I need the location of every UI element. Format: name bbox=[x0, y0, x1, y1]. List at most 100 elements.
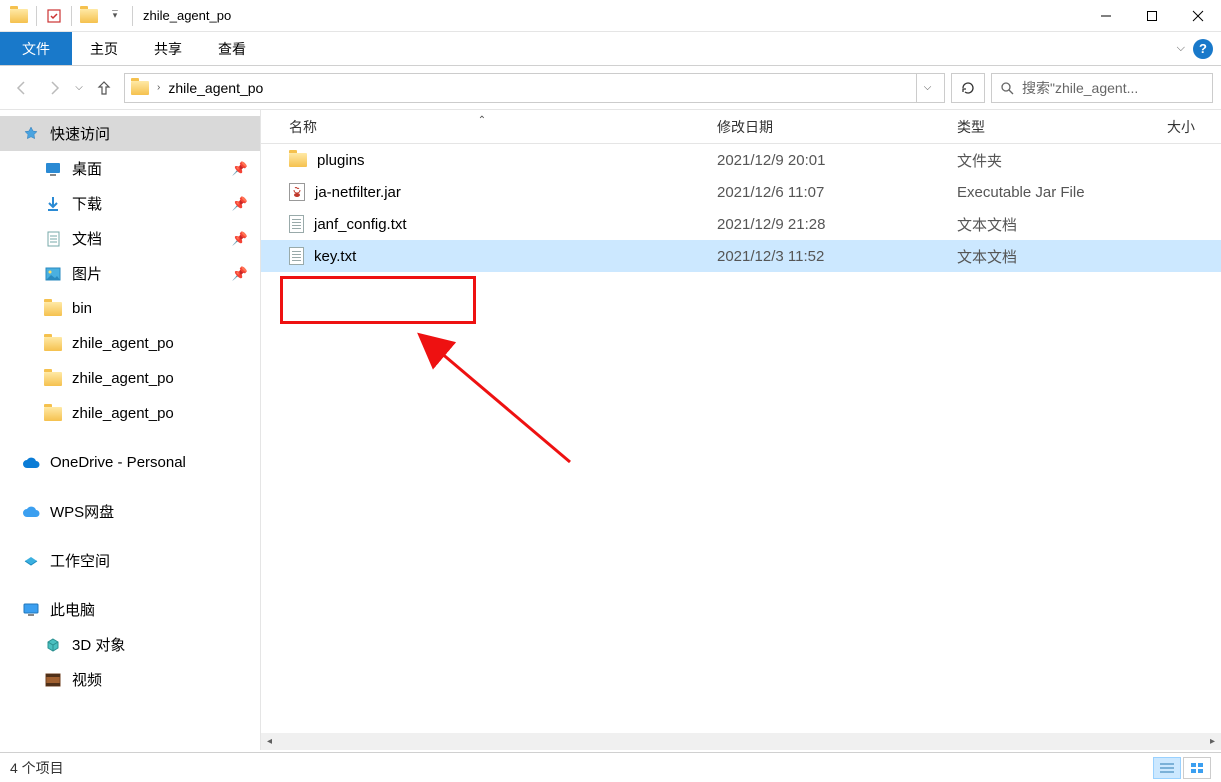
file-rows: plugins2021/12/9 20:01文件夹ja-netfilter.ja… bbox=[261, 144, 1221, 272]
sidebar-item-label: 桌面 bbox=[72, 158, 102, 179]
sidebar-item-label: 此电脑 bbox=[50, 599, 95, 620]
folder-icon bbox=[289, 153, 307, 167]
quick-access-toolbar: ▾─ zhile_agent_po bbox=[0, 6, 231, 26]
up-button[interactable] bbox=[90, 74, 118, 102]
sidebar-item-label: 下载 bbox=[72, 193, 102, 214]
text-file-icon bbox=[289, 247, 304, 265]
maximize-button[interactable] bbox=[1129, 0, 1175, 32]
horizontal-scrollbar[interactable]: ◂ ▸ bbox=[261, 733, 1221, 750]
address-bar[interactable]: › zhile_agent_po ⌵ bbox=[124, 73, 945, 103]
ribbon-tabs: 文件 主页 共享 查看 ⌵ ? bbox=[0, 32, 1221, 66]
tab-view[interactable]: 查看 bbox=[200, 32, 264, 65]
file-name: key.txt bbox=[314, 248, 356, 265]
tab-home[interactable]: 主页 bbox=[72, 32, 136, 65]
separator bbox=[132, 6, 133, 26]
view-details-button[interactable] bbox=[1153, 757, 1181, 779]
text-file-icon bbox=[289, 215, 304, 233]
sidebar-this-pc[interactable]: 此电脑 bbox=[0, 592, 260, 627]
folder-icon bbox=[10, 7, 28, 25]
sidebar-item-label: WPS网盘 bbox=[50, 501, 114, 522]
sidebar-workspace[interactable]: 工作空间 bbox=[0, 543, 260, 578]
jar-icon bbox=[289, 183, 305, 201]
sidebar-onedrive[interactable]: OneDrive - Personal bbox=[0, 445, 260, 480]
video-icon bbox=[44, 671, 62, 689]
sidebar-quick-access[interactable]: 快速访问 bbox=[0, 116, 260, 151]
pc-icon bbox=[22, 601, 40, 619]
refresh-button[interactable] bbox=[951, 73, 985, 103]
sidebar-item-folder[interactable]: zhile_agent_po bbox=[0, 396, 260, 431]
main-area: 快速访问 桌面📌下载📌文档📌图片📌 binzhile_agent_pozhile… bbox=[0, 110, 1221, 750]
file-date: 2021/12/9 20:01 bbox=[703, 152, 943, 169]
sidebar-item-folder[interactable]: zhile_agent_po bbox=[0, 361, 260, 396]
file-date: 2021/12/3 11:52 bbox=[703, 248, 943, 265]
item-count: 4 个项目 bbox=[10, 758, 64, 778]
file-name: plugins bbox=[317, 152, 365, 169]
sidebar-wps[interactable]: WPS网盘 bbox=[0, 494, 260, 529]
window-title: zhile_agent_po bbox=[143, 8, 231, 23]
sidebar-item-label: 快速访问 bbox=[50, 123, 110, 144]
pin-icon: 📌 bbox=[232, 196, 248, 212]
column-date[interactable]: 修改日期 bbox=[703, 117, 943, 137]
file-name: janf_config.txt bbox=[314, 216, 407, 233]
sidebar-item-label: zhile_agent_po bbox=[72, 405, 174, 422]
file-type: 文本文档 bbox=[943, 246, 1153, 267]
close-button[interactable] bbox=[1175, 0, 1221, 32]
separator bbox=[71, 6, 72, 26]
sidebar-item-pictures[interactable]: 图片📌 bbox=[0, 256, 260, 291]
column-size[interactable]: 大小 bbox=[1153, 117, 1221, 137]
folder-icon bbox=[44, 370, 62, 388]
sidebar-3d-objects[interactable]: 3D 对象 bbox=[0, 627, 260, 662]
sidebar-item-download[interactable]: 下载 📌 bbox=[0, 186, 260, 221]
tab-share[interactable]: 共享 bbox=[136, 32, 200, 65]
properties-icon[interactable] bbox=[45, 7, 63, 25]
file-row[interactable]: plugins2021/12/9 20:01文件夹 bbox=[261, 144, 1221, 176]
folder-icon bbox=[44, 300, 62, 318]
sidebar-item-folder[interactable]: zhile_agent_po bbox=[0, 326, 260, 361]
forward-button[interactable] bbox=[40, 74, 68, 102]
sidebar-item-label: zhile_agent_po bbox=[72, 335, 174, 352]
sidebar-item-label: 视频 bbox=[72, 669, 102, 690]
qat-dropdown-icon[interactable]: ▾─ bbox=[106, 7, 124, 25]
search-icon bbox=[1000, 81, 1014, 95]
file-date: 2021/12/6 11:07 bbox=[703, 184, 943, 201]
sidebar-item-label: 工作空间 bbox=[50, 550, 110, 571]
star-icon bbox=[22, 125, 40, 143]
file-row[interactable]: janf_config.txt2021/12/9 21:28文本文档 bbox=[261, 208, 1221, 240]
folder-icon bbox=[131, 79, 149, 97]
sidebar-item-label: OneDrive - Personal bbox=[50, 454, 186, 471]
minimize-button[interactable] bbox=[1083, 0, 1129, 32]
cloud-icon bbox=[22, 503, 40, 521]
tab-file[interactable]: 文件 bbox=[0, 32, 72, 65]
help-icon[interactable]: ? bbox=[1193, 39, 1213, 59]
chevron-right-icon[interactable]: › bbox=[157, 82, 160, 93]
sidebar-item-label: zhile_agent_po bbox=[72, 370, 174, 387]
column-type[interactable]: 类型 bbox=[943, 117, 1153, 137]
recent-dropdown-icon[interactable]: ⌵ bbox=[72, 74, 86, 102]
column-name[interactable]: ⌃ 名称 bbox=[261, 117, 703, 137]
breadcrumb-segment[interactable]: zhile_agent_po bbox=[168, 80, 263, 96]
file-row[interactable]: key.txt 2021/12/3 11:52文本文档 bbox=[261, 240, 1221, 272]
workspace-icon bbox=[22, 552, 40, 570]
scroll-right-icon[interactable]: ▸ bbox=[1204, 733, 1221, 750]
sidebar-item-doc[interactable]: 文档📌 bbox=[0, 221, 260, 256]
cube-icon bbox=[44, 636, 62, 654]
column-headers: ⌃ 名称 修改日期 类型 大小 bbox=[261, 110, 1221, 144]
sidebar-item-label: 图片 bbox=[72, 263, 102, 284]
sidebar-item-folder[interactable]: bin bbox=[0, 291, 260, 326]
file-row[interactable]: ja-netfilter.jar2021/12/6 11:07Executabl… bbox=[261, 176, 1221, 208]
address-history-icon[interactable]: ⌵ bbox=[916, 74, 938, 102]
scroll-left-icon[interactable]: ◂ bbox=[261, 733, 278, 750]
sidebar-videos[interactable]: 视频 bbox=[0, 662, 260, 697]
file-list-pane: ⌃ 名称 修改日期 类型 大小 plugins2021/12/9 20:01文件… bbox=[260, 110, 1221, 750]
search-input[interactable]: 搜索"zhile_agent... bbox=[991, 73, 1213, 103]
back-button[interactable] bbox=[8, 74, 36, 102]
folder-icon[interactable] bbox=[80, 7, 98, 25]
status-bar: 4 个项目 bbox=[0, 752, 1221, 782]
navigation-pane[interactable]: 快速访问 桌面📌下载📌文档📌图片📌 binzhile_agent_pozhile… bbox=[0, 110, 260, 750]
file-type: 文本文档 bbox=[943, 214, 1153, 235]
view-thumbnails-button[interactable] bbox=[1183, 757, 1211, 779]
ribbon-expand-icon[interactable]: ⌵ bbox=[1177, 42, 1185, 55]
sort-indicator-icon: ⌃ bbox=[478, 115, 486, 126]
pin-icon: 📌 bbox=[232, 231, 248, 247]
sidebar-item-desktop[interactable]: 桌面📌 bbox=[0, 151, 260, 186]
